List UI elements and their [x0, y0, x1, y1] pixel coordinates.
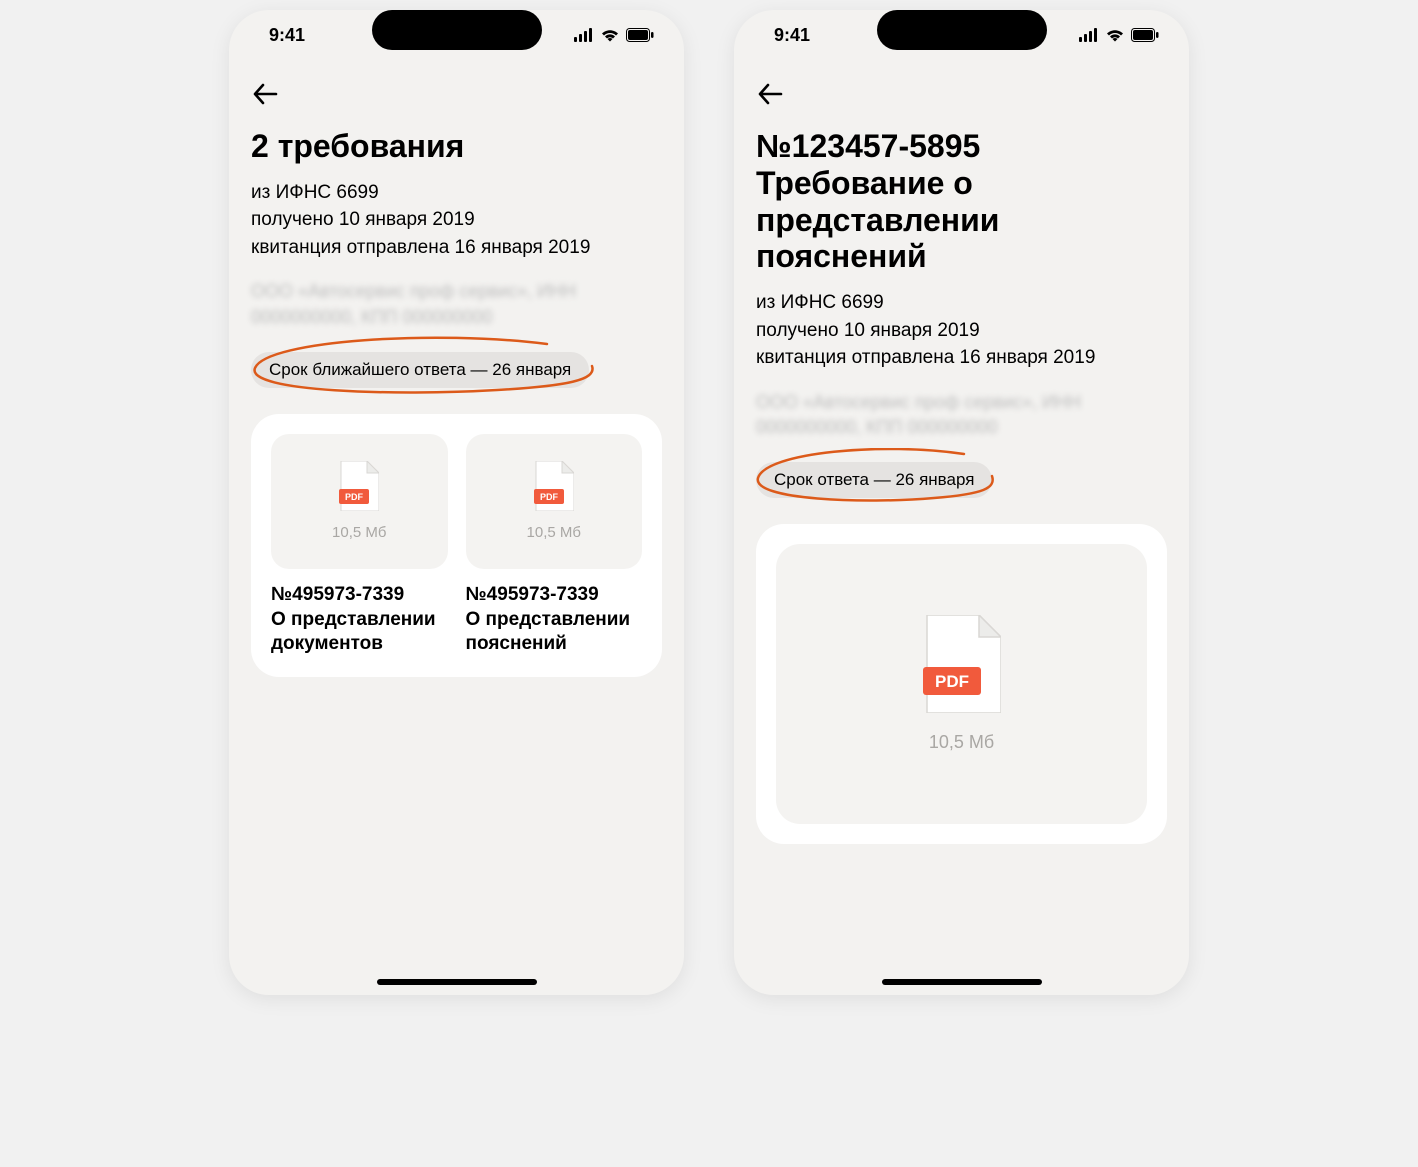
deadline-wrap: Срок ближайшего ответа — 26 января — [251, 352, 589, 388]
status-bar: 9:41 — [734, 10, 1189, 60]
home-indicator[interactable] — [377, 979, 537, 985]
meta-received: получено 10 января 2019 — [251, 206, 662, 234]
document-title: №495973-7339 О представлении документов — [271, 583, 448, 657]
status-time: 9:41 — [269, 25, 305, 46]
deadline-chip: Срок ближайшего ответа — 26 января — [251, 352, 589, 388]
status-icons — [1079, 28, 1159, 42]
pdf-file-icon: PDF — [339, 461, 379, 516]
meta-receipt: квитанция отправлена 16 января 2019 — [756, 344, 1167, 372]
org-info-blurred: ООО «Автосервис проф сервис», ИНН 000000… — [756, 390, 1167, 440]
deadline-chip: Срок ответа — 26 января — [756, 462, 992, 498]
back-button[interactable] — [251, 80, 279, 108]
document-title: №495973-7339 О представлении пояснений — [466, 583, 643, 657]
document-card-large[interactable]: PDF 10,5 Мб — [776, 544, 1147, 824]
phone-left: 9:41 2 требования из ИФНС 6699 получено … — [229, 10, 684, 995]
meta-received: получено 10 января 2019 — [756, 317, 1167, 345]
status-bar: 9:41 — [229, 10, 684, 60]
document-number: №495973-7339 — [271, 583, 448, 608]
home-indicator[interactable] — [882, 979, 1042, 985]
file-size: 10,5 Мб — [527, 524, 581, 541]
org-info-blurred: ООО «Автосервис проф сервис», ИНН 000000… — [251, 279, 662, 329]
battery-icon — [626, 28, 654, 42]
page-title: 2 требования — [251, 128, 662, 165]
cellular-signal-icon — [1079, 28, 1099, 42]
document-thumb: PDF 10,5 Мб — [271, 434, 448, 569]
status-icons — [574, 28, 654, 42]
document-card[interactable]: PDF 10,5 Мб №495973-7339 О представлении… — [271, 434, 448, 657]
document-panel: PDF 10,5 Мб — [756, 524, 1167, 844]
phone-right: 9:41 №123457-5895 Требование о представл… — [734, 10, 1189, 995]
back-button[interactable] — [756, 80, 784, 108]
content-left: 2 требования из ИФНС 6699 получено 10 ян… — [229, 60, 684, 995]
pdf-file-icon: PDF — [923, 615, 1001, 718]
content-right: №123457-5895 Требование о представлении … — [734, 60, 1189, 995]
notch — [877, 10, 1047, 50]
wifi-icon — [600, 28, 620, 42]
status-time: 9:41 — [774, 25, 810, 46]
file-size: 10,5 Мб — [929, 732, 994, 753]
meta-source: из ИФНС 6699 — [756, 289, 1167, 317]
document-desc: О представлении пояснений — [466, 608, 643, 657]
document-desc: О представлении документов — [271, 608, 448, 657]
document-number: №495973-7339 — [466, 583, 643, 608]
cellular-signal-icon — [574, 28, 594, 42]
file-size: 10,5 Мб — [332, 524, 386, 541]
page-title: №123457-5895 Требование о представлении … — [756, 128, 1167, 275]
pdf-file-icon: PDF — [534, 461, 574, 516]
deadline-wrap: Срок ответа — 26 января — [756, 462, 992, 498]
document-card[interactable]: PDF 10,5 Мб №495973-7339 О представлении… — [466, 434, 643, 657]
svg-text:PDF: PDF — [540, 492, 559, 502]
document-thumb: PDF 10,5 Мб — [466, 434, 643, 569]
documents-panel: PDF 10,5 Мб №495973-7339 О представлении… — [251, 414, 662, 677]
meta-source: из ИФНС 6699 — [251, 179, 662, 207]
battery-icon — [1131, 28, 1159, 42]
svg-text:PDF: PDF — [345, 492, 364, 502]
notch — [372, 10, 542, 50]
svg-text:PDF: PDF — [935, 672, 969, 691]
meta-receipt: квитанция отправлена 16 января 2019 — [251, 234, 662, 262]
wifi-icon — [1105, 28, 1125, 42]
documents-grid: PDF 10,5 Мб №495973-7339 О представлении… — [271, 434, 642, 657]
